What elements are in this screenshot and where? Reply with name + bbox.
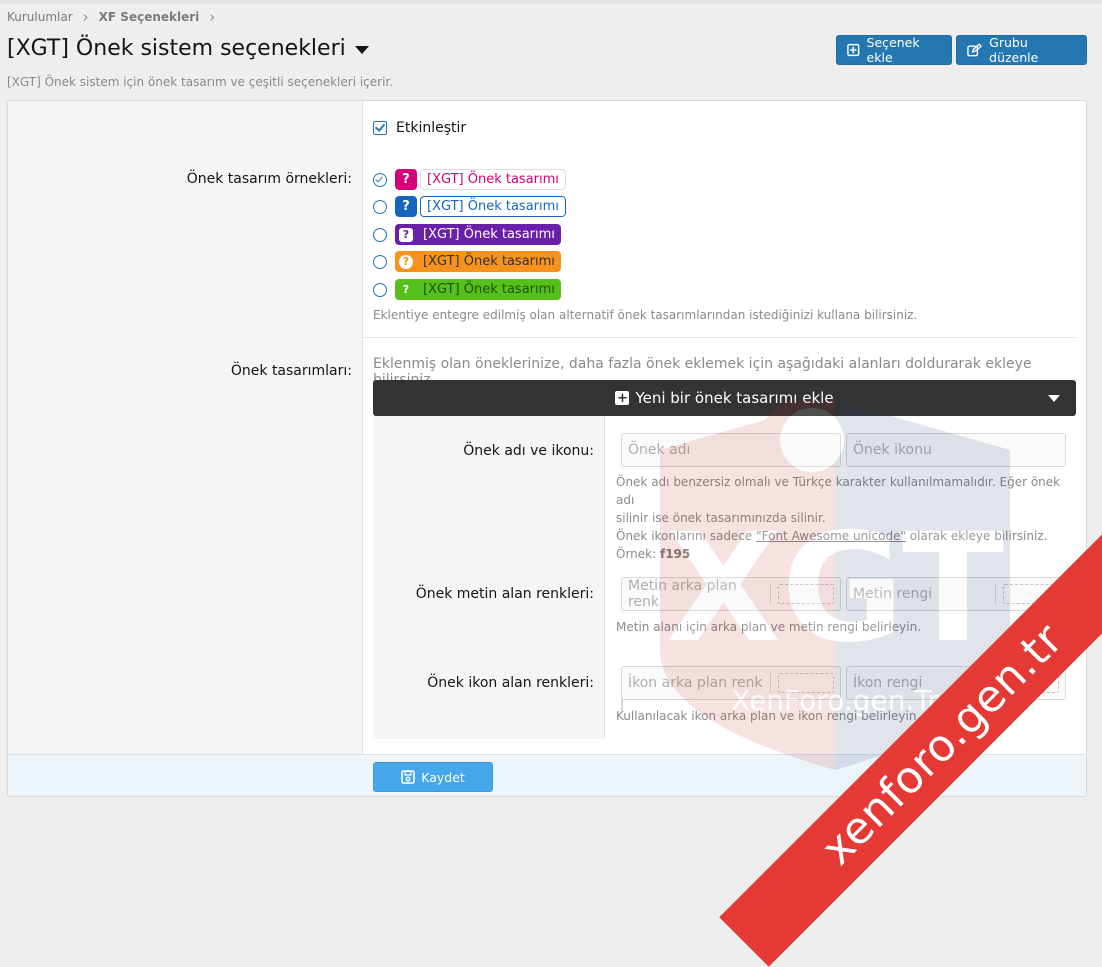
text-bg-color-input[interactable]: Metin arka plan renk [621,577,841,611]
prefix-icon-input[interactable]: Önek ikonu [846,433,1066,467]
text-color-input[interactable]: Metin rengi [846,577,1066,611]
edit-icon [967,43,983,57]
add-option-button[interactable]: Seçenek ekle [836,35,952,65]
label-column: Önek tasarım örnekleri: Önek tasarımları… [8,101,363,754]
plus-square-icon: + [615,390,630,406]
text-colors-label: Önek metin alan renkleri: [415,586,594,602]
icon-color-input[interactable]: İkon rengi [846,666,1066,700]
add-prefix-panel: Önek adı ve ikonu: Önek metin alan renkl… [373,416,1076,739]
add-option-label: Seçenek ekle [866,35,920,65]
prefix-option-4[interactable]: ? [XGT] Önek tasarımı [373,251,561,272]
icon-hint-line: Önek ikonlarını sadece "Font Awesome uni… [616,527,1076,545]
prefix-badge-purple: ? [XGT] Önek tasarımı [395,224,561,245]
prefix-text: [XGT] Önek tasarımı [423,282,555,297]
prefix-name-input[interactable]: Önek adı [621,433,841,467]
name-icon-label: Önek adı ve ikonu: [463,443,594,459]
prefix-badge-orange: ? [XGT] Önek tasarımı [395,251,561,272]
enable-checkbox[interactable] [373,121,387,135]
save-button[interactable]: Kaydet [373,762,493,792]
save-label: Kaydet [421,769,465,785]
page-description: [XGT] Önek sistem için önek tasarım ve ç… [7,75,394,89]
sub-label-column: Önek adı ve ikonu: Önek metin alan renkl… [373,416,605,739]
enable-label: Etkinleştir [396,120,467,136]
icon-bg-color-input[interactable]: İkon arka plan renk [621,666,841,700]
caret-down-icon [1048,395,1060,402]
designs-label: Önek tasarımları: [230,363,352,379]
page-title: [XGT] Önek sistem seçenekleri [7,36,346,61]
caret-down-icon[interactable] [354,45,369,54]
prefix-text: [XGT] Önek tasarımı [420,196,566,217]
prefix-text: [XGT] Önek tasarımı [423,227,555,242]
text-bg-placeholder: Metin arka plan renk [628,578,737,610]
icon-bg-placeholder: İkon arka plan renk [628,675,763,691]
radio[interactable] [373,254,387,269]
color-swatch[interactable] [770,673,840,693]
plus-square-icon [847,43,860,57]
prefix-name-placeholder: Önek adı [628,442,691,458]
prefix-option-2[interactable]: ? [XGT] Önek tasarımı [373,196,566,217]
breadcrumb-item-options[interactable]: XF Seçenekleri [99,10,200,24]
example-value: f195 [659,547,691,561]
breadcrumb: Kurulumlar › XF Seçenekleri › [7,8,225,26]
icon-hint-pre: Önek ikonlarını sadece [616,529,757,543]
color-swatch[interactable] [995,673,1065,693]
font-awesome-link[interactable]: "Font Awesome unicode" [756,529,906,543]
color-swatch[interactable] [770,584,840,604]
form-footer: Kaydet [8,754,1086,796]
chevron-right-icon: › [82,8,89,26]
text-color-placeholder: Metin rengi [853,586,933,602]
prefix-text: [XGT] Önek tasarımı [420,169,566,190]
edit-group-label: Grubu düzenle [989,35,1039,65]
prefix-option-5[interactable]: ? [XGT] Önek tasarımı [373,279,561,300]
prefix-icon-placeholder: Önek ikonu [853,442,932,458]
row-divider [363,337,1076,338]
radio-checked[interactable] [373,172,387,187]
question-icon: ? [402,283,410,296]
example-prefix: Örnek: [616,547,660,561]
prefix-option-1[interactable]: ? [XGT] Önek tasarımı [373,169,566,190]
prefix-option-3[interactable]: ? [XGT] Önek tasarımı [373,224,561,245]
save-icon [401,770,415,784]
breadcrumb-item-installs[interactable]: Kurulumlar [7,10,73,24]
options-form: Önek tasarım örnekleri: Önek tasarımları… [7,100,1087,797]
color-swatch[interactable] [995,584,1065,604]
name-icon-hint: Önek adı benzersiz olmalı ve Türkçe kara… [616,473,1076,563]
add-prefix-accordion[interactable]: + Yeni bir önek tasarımı ekle [373,380,1076,416]
question-square-icon: ? [395,196,417,217]
example-line: Örnek: f195 [616,545,1076,563]
accordion-title: Yeni bir önek tasarımı ekle [635,389,834,407]
enable-checkbox-row[interactable]: Etkinleştir [373,120,466,136]
text-colors-hint: Metin alanı için arka plan ve metin reng… [616,620,922,634]
prefix-badge-blue: ? [XGT] Önek tasarımı [395,196,566,217]
radio[interactable] [373,282,387,297]
question-circle-icon: ? [395,251,417,272]
question-square-icon: ? [395,224,417,245]
edit-group-button[interactable]: Grubu düzenle [956,35,1087,65]
radio[interactable] [373,227,387,242]
question-square-icon: ? [395,169,417,190]
prefix-badge-pink: ? [XGT] Önek tasarımı [395,169,566,190]
radio[interactable] [373,199,387,214]
examples-label: Önek tasarım örnekleri: [186,171,352,187]
icon-hint-post: olarak ekleye bilirsiniz. [905,529,1048,543]
page-title-wrap[interactable]: [XGT] Önek sistem seçenekleri [7,36,369,61]
top-strip [0,0,1102,4]
icon-colors-hint: Kullanılacak ikon arka plan ve ikon reng… [616,709,921,723]
name-hint-line1: Önek adı benzersiz olmalı ve Türkçe kara… [616,475,1061,507]
prefix-text: [XGT] Önek tasarımı [423,254,555,269]
examples-hint: Eklentiye entegre edilmiş olan alternati… [373,308,918,322]
chevron-right-icon: › [209,8,216,26]
prefix-badge-green: ? [XGT] Önek tasarımı [395,279,561,300]
name-hint-line2: silinir ise önek tasarımınızda silinir. [616,511,826,525]
icon-colors-label: Önek ikon alan renkleri: [427,675,594,691]
icon-color-placeholder: İkon rengi [853,675,923,691]
